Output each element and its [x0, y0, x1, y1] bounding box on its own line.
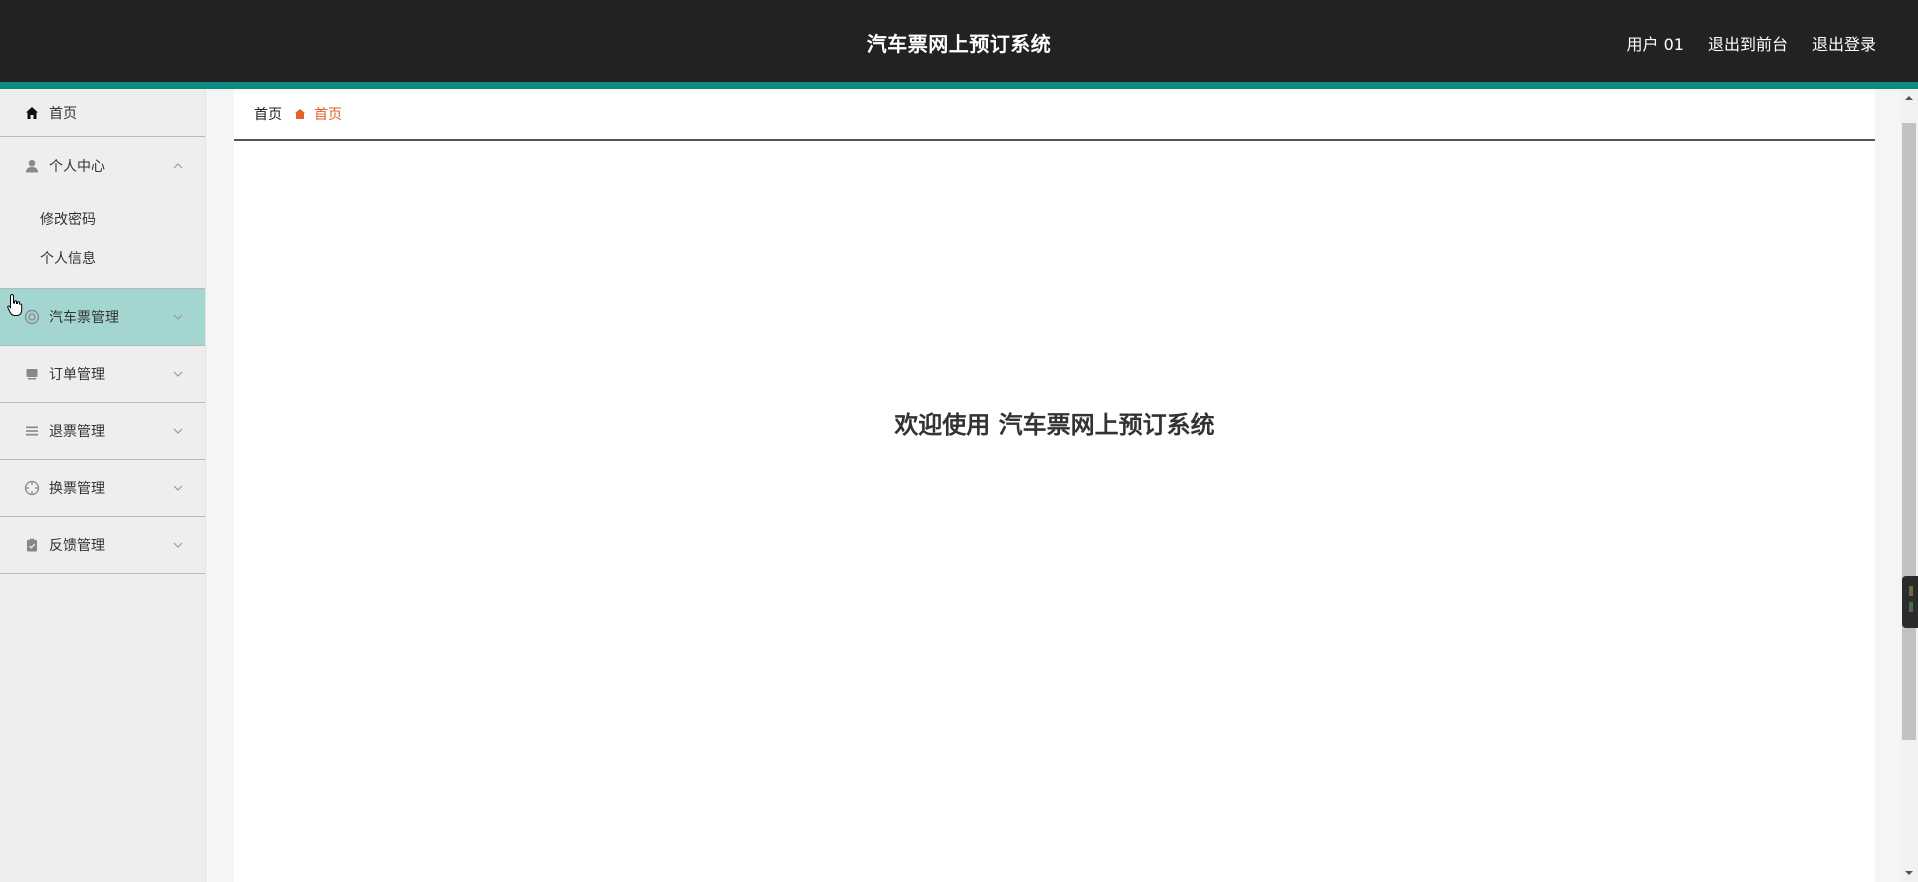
- user-name: 用户 01: [1626, 35, 1684, 54]
- welcome-text: 欢迎使用 汽车票网上预订系统: [894, 411, 1215, 439]
- header-actions: 用户 01 退出到前台 退出登录: [1627, 31, 1876, 55]
- header-accent-bar: [0, 82, 1918, 89]
- widget-icon: [1909, 586, 1913, 612]
- sidebar-item-personal[interactable]: 个人中心: [0, 137, 205, 194]
- personal-center-group: 个人中心 修改密码 个人信息: [0, 137, 205, 289]
- top-bar: 汽车票网上预订系统 用户 01 退出到前台 退出登录: [0, 0, 1918, 82]
- sidebar-item-ticket-management[interactable]: 汽车票管理: [0, 289, 205, 346]
- home-icon: [24, 105, 40, 121]
- sidebar-item-label: 订单管理: [49, 367, 105, 383]
- chevron-up-icon: [173, 162, 183, 168]
- content-panel: 首页 首页 欢迎使用 汽车票网上预订系统: [234, 89, 1875, 882]
- home-icon: [294, 108, 306, 120]
- breadcrumb-root[interactable]: 首页: [254, 104, 282, 124]
- clipboard-icon: [24, 537, 40, 553]
- sidebar: 首页 个人中心 修改密码 个人信息 汽车票管理 订单管理 退票管理 换票管理 反…: [0, 89, 206, 882]
- exit-to-front-link[interactable]: 退出到前台: [1708, 31, 1788, 55]
- sidebar-item-feedback-management[interactable]: 反馈管理: [0, 517, 205, 574]
- sidebar-item-label: 首页: [49, 105, 77, 122]
- page-scrollbar[interactable]: [1900, 89, 1918, 882]
- floating-side-widget[interactable]: [1902, 576, 1918, 628]
- breadcrumb-current: 首页: [314, 107, 342, 123]
- logout-link[interactable]: 退出登录: [1812, 31, 1876, 55]
- hand-cursor-icon: [7, 293, 23, 316]
- sidebar-item-refund-management[interactable]: 退票管理: [0, 403, 205, 460]
- chevron-down-icon: [173, 542, 183, 548]
- user-icon: [24, 158, 40, 174]
- chevron-down-icon: [173, 428, 183, 434]
- scroll-thumb[interactable]: [1902, 123, 1916, 740]
- gear-circle-icon: [24, 309, 40, 325]
- monitor-icon: [24, 366, 40, 382]
- sidebar-item-label: 个人中心: [49, 158, 105, 175]
- breadcrumb: 首页 首页: [234, 89, 1875, 141]
- chevron-down-icon: [173, 371, 183, 377]
- sidebar-subitem-personal-info[interactable]: 个人信息: [0, 244, 205, 288]
- sidebar-item-order-management[interactable]: 订单管理: [0, 346, 205, 403]
- sidebar-subitem-change-password[interactable]: 修改密码: [0, 194, 205, 244]
- sidebar-item-home[interactable]: 首页: [0, 89, 205, 137]
- compass-icon: [24, 480, 40, 496]
- chevron-down-icon: [173, 314, 183, 320]
- sidebar-item-label: 汽车票管理: [49, 310, 119, 326]
- sidebar-item-label: 退票管理: [49, 424, 105, 440]
- chevron-down-icon: [173, 485, 183, 491]
- list-icon: [24, 423, 40, 439]
- sidebar-item-label: 反馈管理: [49, 538, 105, 554]
- scroll-up-arrow-icon[interactable]: [1904, 93, 1914, 103]
- scroll-down-arrow-icon[interactable]: [1904, 868, 1914, 878]
- sidebar-item-exchange-management[interactable]: 换票管理: [0, 460, 205, 517]
- sidebar-item-label: 换票管理: [49, 481, 105, 497]
